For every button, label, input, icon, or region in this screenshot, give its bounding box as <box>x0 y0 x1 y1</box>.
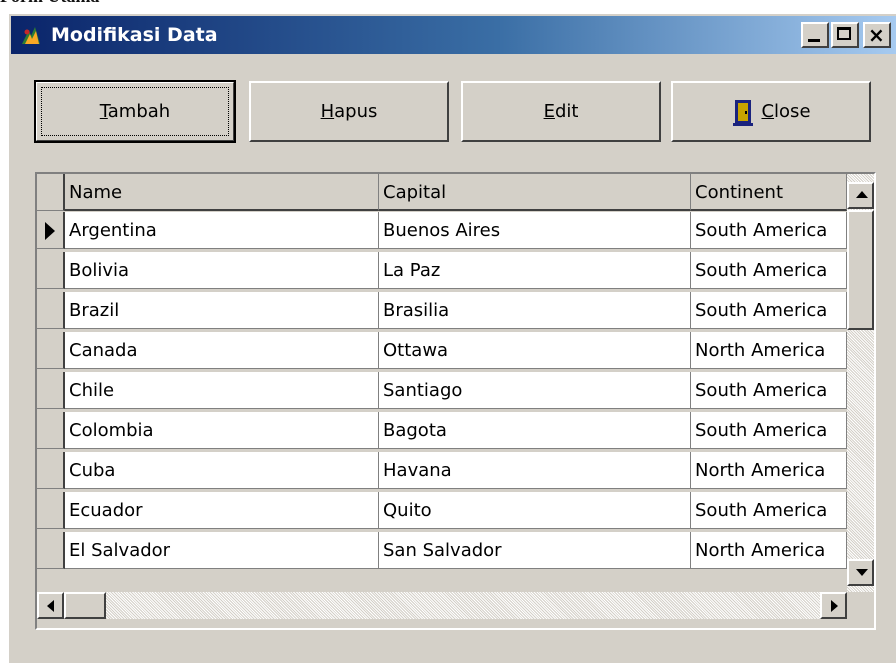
grid-body: Name Capital Continent Argentina Buenos A… <box>37 174 847 574</box>
cell-name[interactable]: Ecuador <box>65 492 379 529</box>
row-indicator[interactable] <box>37 412 65 449</box>
column-header-continent[interactable]: Continent <box>691 174 847 211</box>
maximize-button[interactable] <box>831 22 859 48</box>
scroll-up-button[interactable] <box>847 182 874 209</box>
hapus-label: Hapus <box>320 101 378 122</box>
row-indicator[interactable] <box>37 332 65 369</box>
cell-capital[interactable]: Havana <box>379 452 691 489</box>
table-row[interactable]: Chile Santiago South America <box>37 372 847 410</box>
window-title: Modifikasi Data <box>51 24 218 46</box>
table-row[interactable]: Colombia Bagota South America <box>37 412 847 450</box>
scroll-down-button[interactable] <box>847 559 874 586</box>
title-bar[interactable]: Modifikasi Data × <box>11 16 896 54</box>
cell-name[interactable]: El Salvador <box>65 532 379 569</box>
cell-name[interactable]: Brazil <box>65 292 379 329</box>
cell-continent[interactable]: South America <box>691 492 847 529</box>
cell-name[interactable]: Colombia <box>65 412 379 449</box>
row-indicator[interactable] <box>37 452 65 489</box>
country-data-grid[interactable]: Name Capital Continent Argentina Buenos A… <box>35 172 876 630</box>
row-indicator[interactable] <box>37 492 65 529</box>
horizontal-scroll-thumb[interactable] <box>64 592 106 619</box>
cell-name[interactable]: Chile <box>65 372 379 409</box>
cell-name[interactable]: Cuba <box>65 452 379 489</box>
tambah-button[interactable]: Tambah <box>34 80 236 143</box>
arrow-right-icon <box>831 600 838 612</box>
edit-button[interactable]: Edit <box>461 81 661 142</box>
scrollbar-corner <box>847 592 874 619</box>
row-indicator[interactable] <box>37 372 65 409</box>
hapus-button[interactable]: Hapus <box>249 81 449 142</box>
app-icon <box>19 24 43 48</box>
cell-capital[interactable]: Bagota <box>379 412 691 449</box>
table-row[interactable]: El Salvador San Salvador North America <box>37 532 847 570</box>
cell-continent[interactable]: South America <box>691 252 847 289</box>
current-row-indicator[interactable] <box>37 212 65 249</box>
cell-continent[interactable]: South America <box>691 412 847 449</box>
cell-continent[interactable]: North America <box>691 332 847 369</box>
cell-continent[interactable]: North America <box>691 452 847 489</box>
header-row: Name Capital Continent <box>37 174 847 212</box>
row-indicator[interactable] <box>37 252 65 289</box>
maximize-icon <box>837 27 851 40</box>
cell-continent[interactable]: South America <box>691 372 847 409</box>
window-close-button[interactable]: × <box>863 22 891 48</box>
cell-capital[interactable]: Brasilia <box>379 292 691 329</box>
cell-capital[interactable]: San Salvador <box>379 532 691 569</box>
cell-capital[interactable]: Ottawa <box>379 332 691 369</box>
edit-label: Edit <box>543 101 579 122</box>
close-x-icon: × <box>868 23 885 47</box>
cell-name[interactable]: Canada <box>65 332 379 369</box>
table-row[interactable]: Argentina Buenos Aires South America <box>37 212 847 250</box>
minimize-button[interactable] <box>801 22 829 48</box>
cell-continent[interactable]: South America <box>691 292 847 329</box>
scroll-right-button[interactable] <box>820 592 847 619</box>
row-indicator[interactable] <box>37 532 65 569</box>
arrow-down-icon <box>856 569 868 576</box>
table-row[interactable]: Bolivia La Paz South America <box>37 252 847 290</box>
cell-capital[interactable]: Santiago <box>379 372 691 409</box>
vertical-scroll-thumb[interactable] <box>847 210 874 330</box>
table-row[interactable]: Ecuador Quito South America <box>37 492 847 530</box>
arrow-left-icon <box>47 600 54 612</box>
table-row[interactable]: Brazil Brasilia South America <box>37 292 847 330</box>
column-header-name[interactable]: Name <box>65 174 379 211</box>
vertical-scrollbar[interactable] <box>847 174 874 592</box>
background-window-title-fragment: Form Utama <box>0 0 99 8</box>
cell-capital[interactable]: Buenos Aires <box>379 212 691 249</box>
row-indicator[interactable] <box>37 292 65 329</box>
table-row[interactable]: Cuba Havana North America <box>37 452 847 490</box>
header-indicator-cell <box>37 174 65 211</box>
cell-capital[interactable]: La Paz <box>379 252 691 289</box>
table-row[interactable]: Canada Ottawa North America <box>37 332 847 370</box>
minimize-icon <box>808 39 820 42</box>
scroll-left-button[interactable] <box>37 592 64 619</box>
arrow-up-icon <box>856 191 868 198</box>
cell-continent[interactable]: North America <box>691 532 847 569</box>
horizontal-scrollbar[interactable] <box>37 592 847 619</box>
close-label: Close <box>761 101 811 122</box>
cell-name[interactable]: Argentina <box>65 212 379 249</box>
cell-continent[interactable]: South America <box>691 212 847 249</box>
close-button[interactable]: Close <box>671 81 871 142</box>
modifikasi-data-window: Modifikasi Data × Tambah Hapus Edit Clos… <box>8 13 896 663</box>
cell-capital[interactable]: Quito <box>379 492 691 529</box>
cell-name[interactable]: Bolivia <box>65 252 379 289</box>
door-exit-icon <box>731 96 755 128</box>
column-header-capital[interactable]: Capital <box>379 174 691 211</box>
focus-rectangle <box>41 87 229 136</box>
